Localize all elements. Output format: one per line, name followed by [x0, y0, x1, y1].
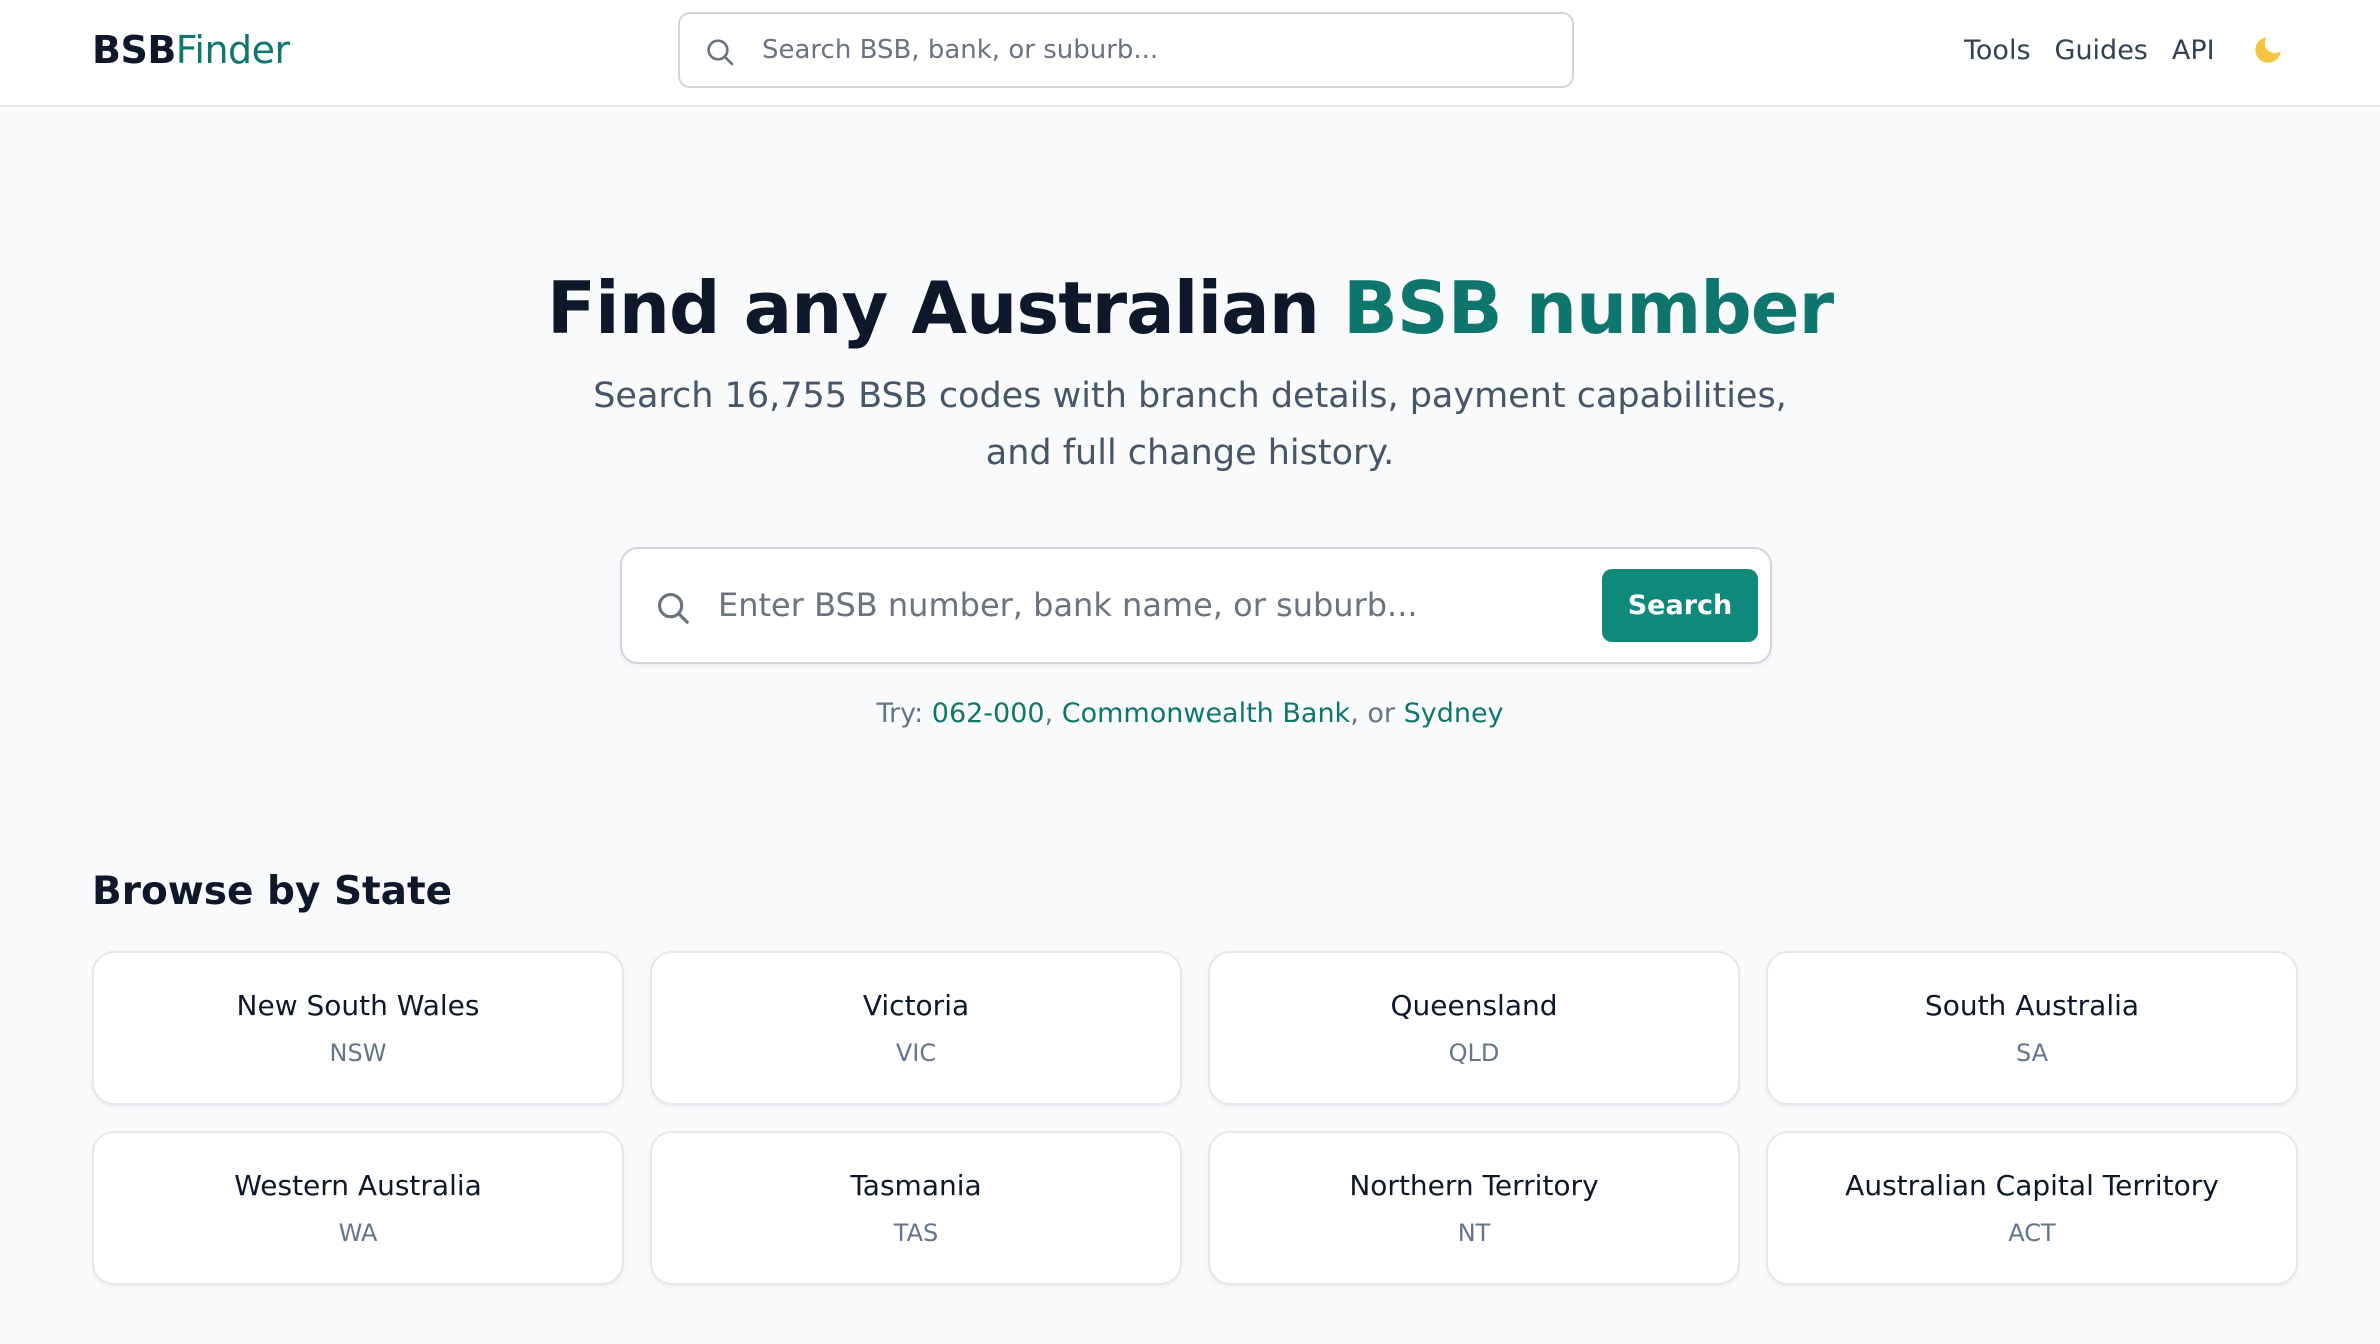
nav-guides[interactable]: Guides: [2055, 35, 2148, 66]
hero-title-main: Find any Australian: [546, 266, 1344, 350]
state-card-sa[interactable]: South Australia SA: [1766, 951, 2298, 1105]
site-header: BSBFinder Search BSB, bank, or suburb...…: [0, 0, 2380, 107]
state-name: Australian Capital Territory: [1845, 1169, 2219, 1202]
state-name: Queensland: [1390, 989, 1558, 1022]
logo-finder: Finder: [175, 28, 290, 72]
state-card-act[interactable]: Australian Capital Territory ACT: [1766, 1131, 2298, 1285]
state-abbr: SA: [2015, 1039, 2049, 1067]
state-abbr: WA: [338, 1219, 378, 1247]
state-name: Tasmania: [850, 1169, 982, 1202]
state-abbr: TAS: [893, 1219, 939, 1247]
header-search-placeholder: Search BSB, bank, or suburb...: [762, 35, 1159, 65]
state-abbr: QLD: [1448, 1039, 1500, 1067]
hero-subtitle: Search 16,755 BSB codes with branch deta…: [593, 376, 1787, 473]
state-name: Victoria: [862, 989, 970, 1022]
hero-title-accent: BSB number: [1343, 266, 1834, 350]
state-abbr: NT: [1457, 1219, 1491, 1247]
state-grid: New South Wales NSW Victoria VIC Queensl…: [92, 951, 2302, 1285]
state-card-qld[interactable]: Queensland QLD: [1208, 951, 1740, 1105]
state-name: New South Wales: [236, 989, 480, 1022]
try-link-suburb[interactable]: Sydney: [1404, 698, 1504, 729]
search-icon: [657, 592, 689, 624]
try-prefix: Try:: [876, 698, 932, 729]
site-logo[interactable]: BSBFinder: [92, 24, 290, 76]
nav-api[interactable]: API: [2172, 35, 2215, 66]
main-search-placeholder: Enter BSB number, bank name, or suburb..…: [718, 586, 1418, 624]
try-sep-2: , or: [1350, 698, 1404, 729]
browse-by-state-title: Browse by State: [92, 869, 453, 914]
state-card-nsw[interactable]: New South Wales NSW: [92, 951, 624, 1105]
search-suggestions: Try: 062-000, Commonwealth Bank, or Sydn…: [0, 694, 2380, 734]
main-search-box[interactable]: Enter BSB number, bank name, or suburb..…: [620, 547, 1772, 664]
state-name: Northern Territory: [1349, 1169, 1599, 1202]
state-name: South Australia: [1924, 989, 2140, 1022]
state-abbr: VIC: [895, 1039, 937, 1067]
state-card-tas[interactable]: Tasmania TAS: [650, 1131, 1182, 1285]
theme-toggle-button[interactable]: [2248, 30, 2288, 70]
search-button[interactable]: Search: [1602, 569, 1758, 642]
state-card-nt[interactable]: Northern Territory NT: [1208, 1131, 1740, 1285]
state-name: Western Australia: [234, 1169, 482, 1202]
try-link-bank[interactable]: Commonwealth Bank: [1062, 698, 1350, 729]
hero-title: Find any Australian BSB number: [0, 258, 2380, 358]
moon-icon: [2255, 37, 2281, 63]
top-nav: Tools Guides API: [1964, 0, 2239, 100]
state-card-vic[interactable]: Victoria VIC: [650, 951, 1182, 1105]
header-search-input[interactable]: Search BSB, bank, or suburb...: [678, 12, 1574, 88]
state-abbr: NSW: [329, 1039, 387, 1067]
nav-tools[interactable]: Tools: [1964, 35, 2031, 66]
try-sep-1: ,: [1044, 698, 1062, 729]
try-link-bsb[interactable]: 062-000: [932, 698, 1045, 729]
state-card-wa[interactable]: Western Australia WA: [92, 1131, 624, 1285]
search-icon: [707, 39, 734, 66]
logo-bsb: BSB: [92, 28, 176, 72]
state-abbr: ACT: [2008, 1219, 2056, 1247]
